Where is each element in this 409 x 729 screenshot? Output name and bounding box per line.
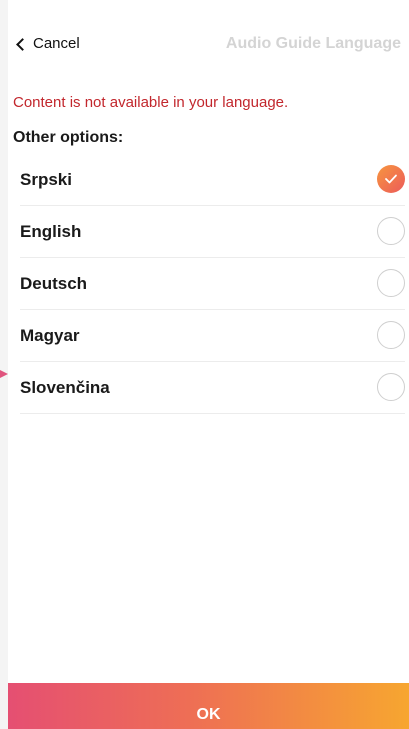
radio-unchecked-icon[interactable] bbox=[377, 268, 405, 297]
pointer-arrow-icon bbox=[0, 370, 8, 378]
page-title: Audio Guide Language bbox=[225, 35, 401, 52]
language-label: Slovenčina bbox=[20, 377, 110, 397]
left-edge bbox=[0, 0, 8, 729]
language-option-english[interactable]: English bbox=[20, 206, 405, 258]
app-screen: Cancel Audio Guide Language Content is n… bbox=[0, 0, 409, 729]
ok-label: OK bbox=[196, 706, 221, 723]
radio-unchecked-icon[interactable] bbox=[377, 372, 405, 401]
cancel-button[interactable]: Cancel bbox=[16, 35, 80, 52]
language-list: Srpski English Deutsch Magyar Slovenčina bbox=[20, 154, 405, 414]
language-option-deutsch[interactable]: Deutsch bbox=[20, 258, 405, 310]
language-option-srpski[interactable]: Srpski bbox=[20, 154, 405, 206]
language-label: Magyar bbox=[20, 325, 80, 345]
language-label: Deutsch bbox=[20, 273, 88, 293]
language-label: English bbox=[20, 221, 82, 241]
chevron-left-icon bbox=[16, 37, 29, 51]
ok-button[interactable]: OK bbox=[8, 683, 409, 729]
other-options-heading: Other options: bbox=[13, 129, 124, 146]
language-option-magyar[interactable]: Magyar bbox=[20, 310, 405, 362]
language-label: Srpski bbox=[20, 169, 72, 189]
unavailable-notice: Content is not available in your languag… bbox=[13, 94, 289, 111]
cancel-label: Cancel bbox=[33, 35, 80, 52]
checkmark-icon bbox=[385, 174, 397, 183]
header: Cancel Audio Guide Language bbox=[8, 30, 409, 60]
radio-unchecked-icon[interactable] bbox=[377, 320, 405, 349]
radio-unchecked-icon[interactable] bbox=[377, 216, 405, 245]
radio-checked-icon[interactable] bbox=[377, 164, 405, 193]
language-option-slovencina[interactable]: Slovenčina bbox=[20, 362, 405, 414]
language-page: Cancel Audio Guide Language Content is n… bbox=[8, 0, 409, 729]
